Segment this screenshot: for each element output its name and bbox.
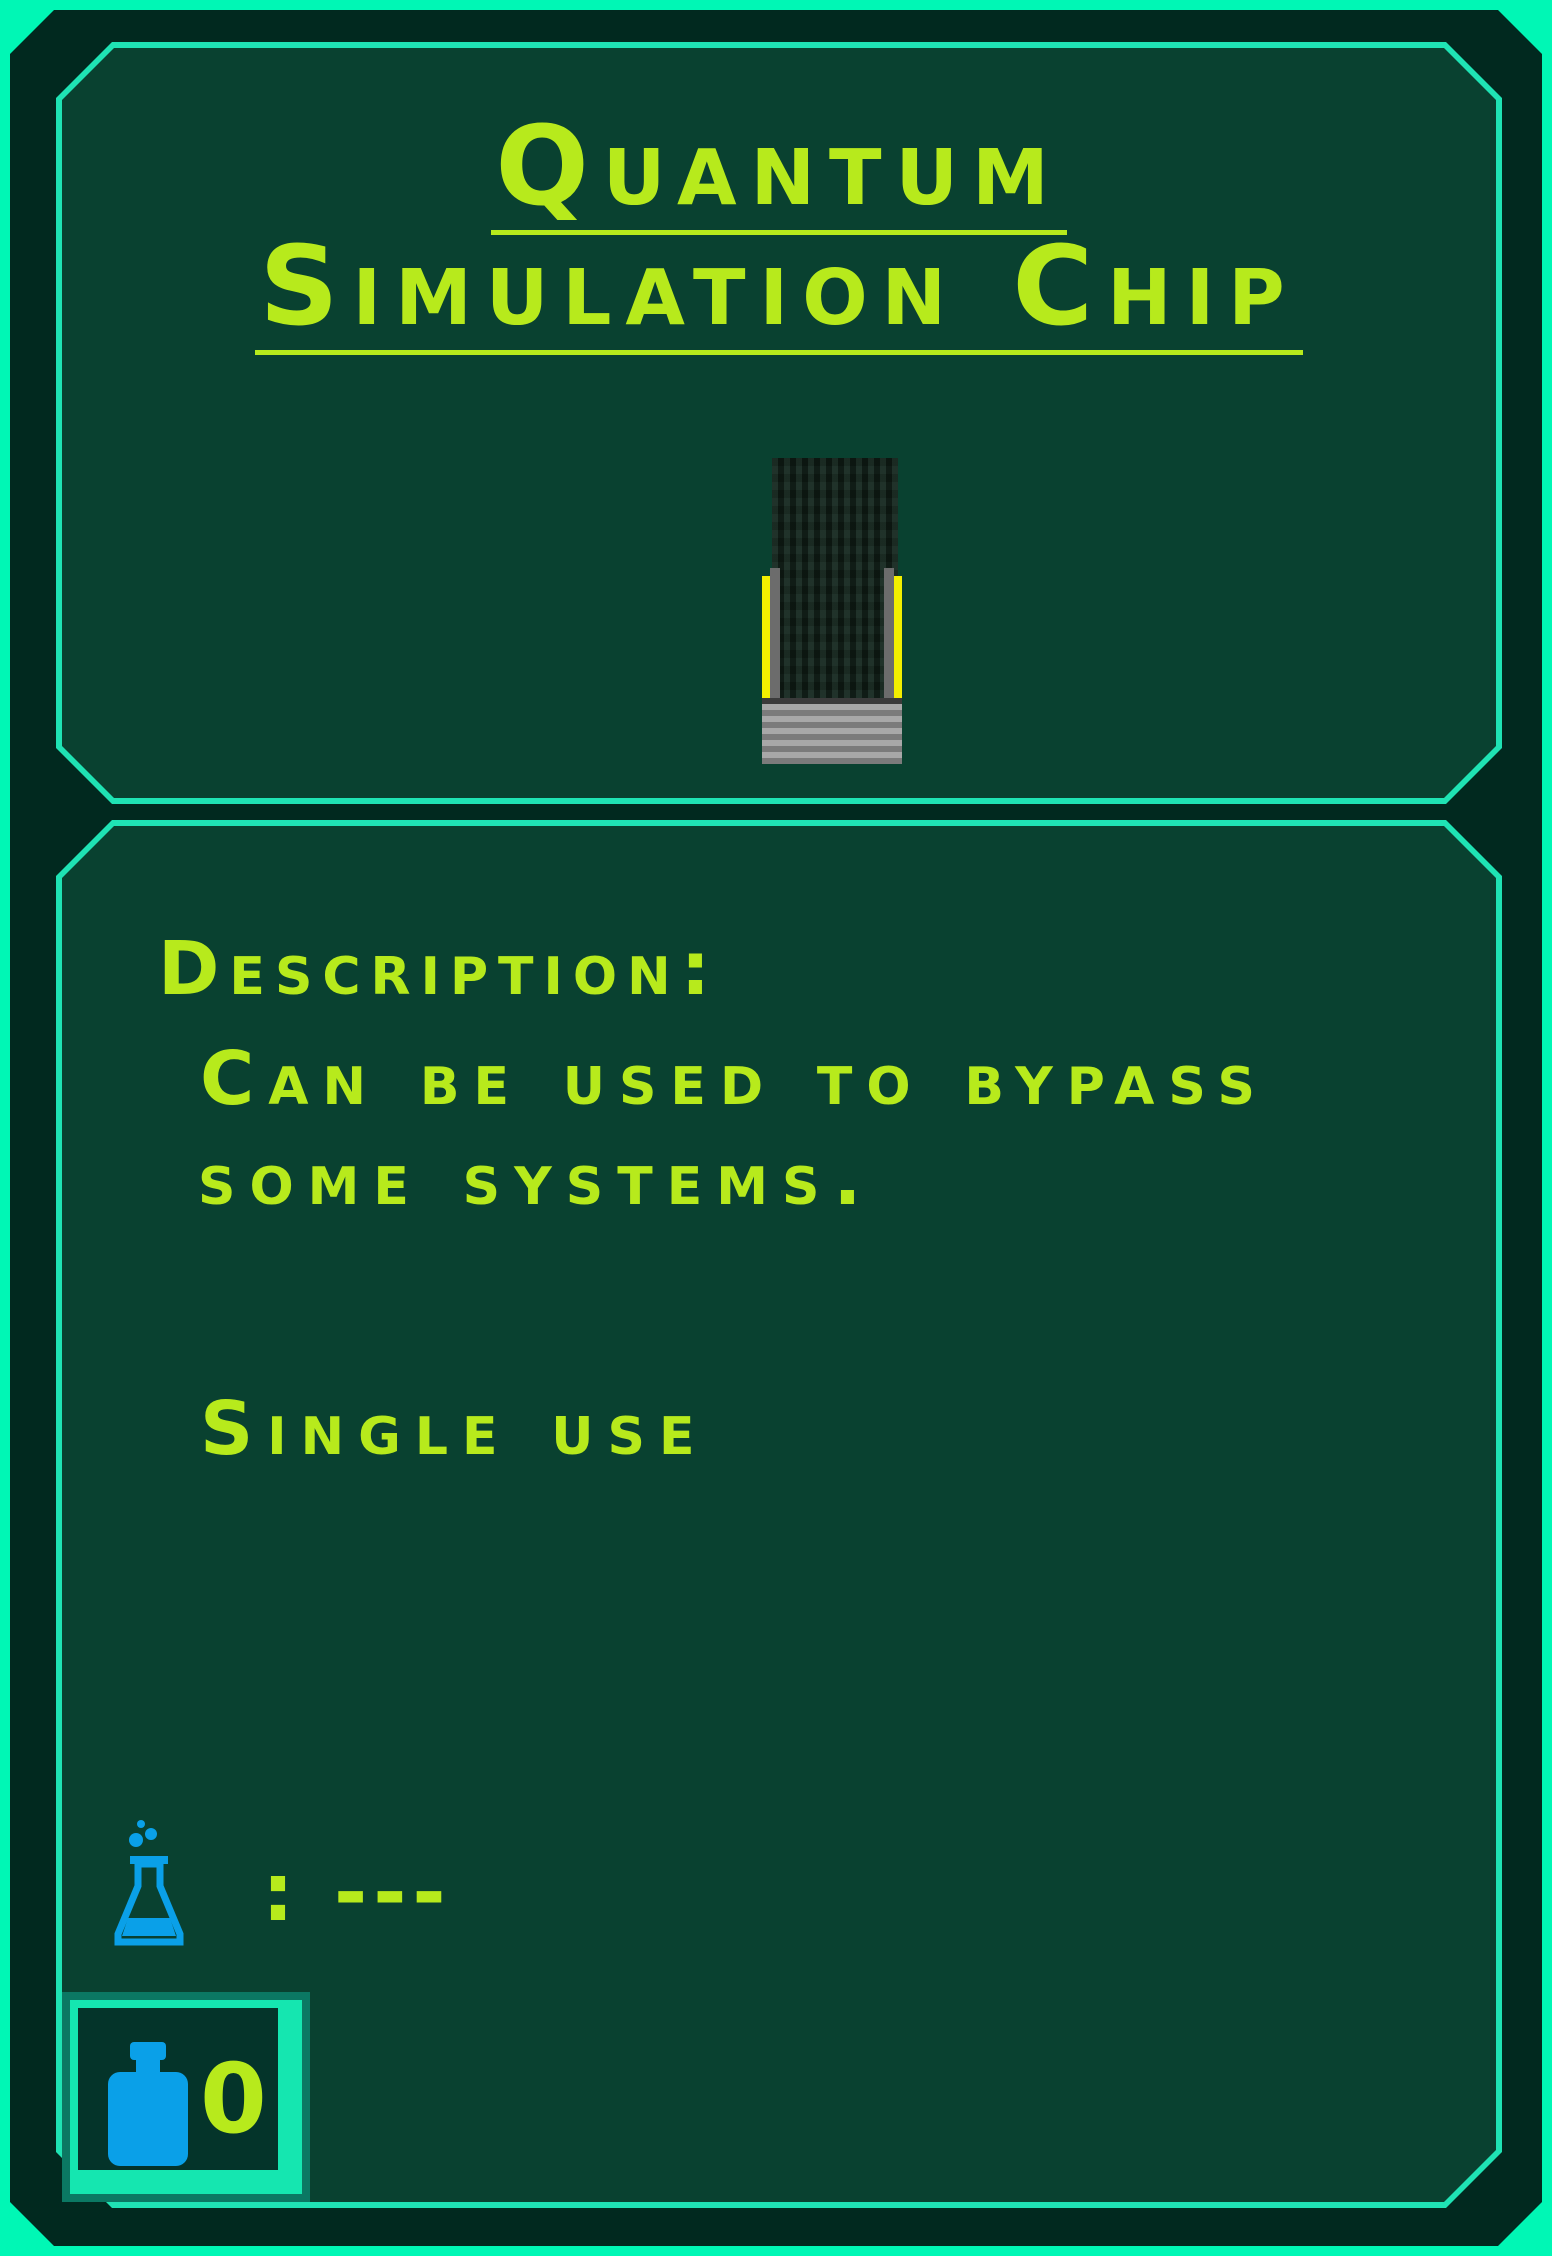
research-separator: : [262, 1846, 294, 1939]
weight-value: 0 [200, 2043, 267, 2155]
description-heading: Description: [158, 926, 721, 1012]
description-line-1: Can be used to bypass [200, 1036, 1269, 1122]
item-header-panel: Quantum Simulation Chip [56, 42, 1502, 804]
weight-stat: 0 [62, 1992, 310, 2202]
research-value: --- [334, 1846, 452, 1939]
weight-icon [108, 2042, 188, 2166]
research-stat: : --- [114, 1816, 614, 1956]
description-usage: Single use [200, 1386, 709, 1472]
description-line-2: some systems. [198, 1136, 876, 1222]
item-title-line1: Quantum [62, 106, 1496, 226]
simulation-chip-icon [762, 458, 902, 758]
flask-icon [114, 1816, 184, 1946]
item-title-line2: Simulation Chip [62, 226, 1496, 346]
